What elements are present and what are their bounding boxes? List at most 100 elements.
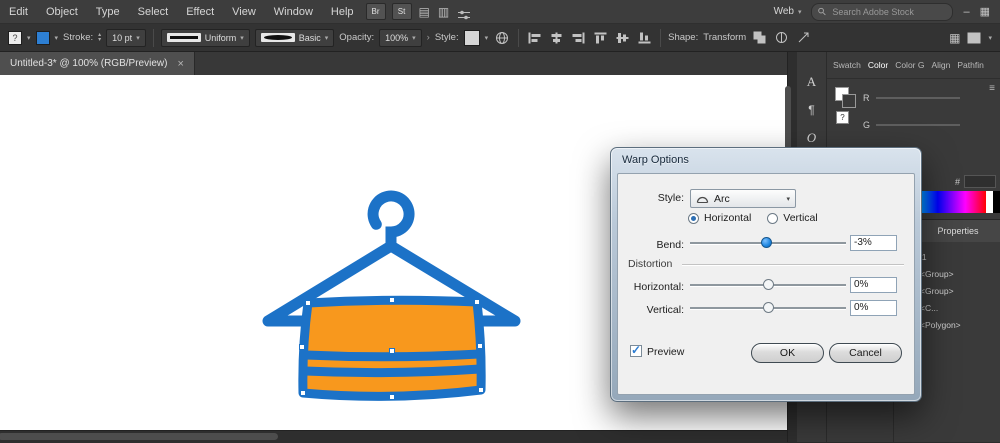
chevron-down-icon[interactable]: ▾ — [27, 34, 31, 42]
menu-object[interactable]: Object — [37, 0, 87, 24]
stroke-swatch[interactable] — [842, 94, 856, 108]
hex-row: # — [955, 175, 996, 188]
horizontal-distortion-slider[interactable] — [690, 278, 846, 292]
menu-type[interactable]: Type — [87, 0, 129, 24]
vertical-value-field[interactable]: 0% — [850, 300, 897, 316]
radio-vertical[interactable]: Vertical — [767, 212, 817, 224]
close-icon[interactable]: × — [177, 58, 183, 70]
radio-horizontal[interactable]: Horizontal — [688, 212, 751, 224]
radio-vertical-label: Vertical — [783, 212, 817, 224]
tab-properties[interactable]: Properties — [916, 220, 1000, 242]
bend-slider[interactable] — [690, 236, 846, 250]
menu-window[interactable]: Window — [265, 0, 322, 24]
stock-search[interactable] — [811, 3, 953, 21]
unknown-color-swatch[interactable]: ? — [836, 111, 849, 124]
isolate-selection-icon[interactable] — [753, 31, 766, 44]
radio-vertical-dot[interactable] — [767, 213, 778, 224]
menu-effect[interactable]: Effect — [177, 0, 223, 24]
align-vertical-bottom-icon[interactable] — [638, 32, 651, 44]
chevron-down-icon[interactable]: ▾ — [412, 34, 416, 42]
tab-align[interactable]: Align — [931, 60, 950, 70]
layer-name: <Polygon> — [920, 320, 961, 330]
warp-style-dropdown[interactable]: Arc ▾ — [690, 189, 796, 208]
column-view-icon[interactable]: ▥ — [438, 0, 449, 24]
preview-checkbox[interactable] — [630, 345, 642, 357]
opacity-field[interactable]: 100% ▾ — [379, 29, 422, 47]
step-down-icon[interactable]: ▾ — [98, 38, 101, 43]
tab-color-guide[interactable]: Color G — [895, 60, 924, 70]
chevron-down-icon[interactable]: ▾ — [136, 34, 140, 42]
recolor-artwork-icon[interactable] — [775, 31, 788, 44]
document-tab[interactable]: Untitled-3* @ 100% (RGB/Preview) × — [0, 52, 195, 75]
panel-menu-icon[interactable]: ≡ — [989, 83, 995, 94]
graphic-style-well[interactable] — [464, 30, 480, 46]
stroke-color-well[interactable] — [36, 31, 50, 45]
search-input[interactable] — [830, 6, 946, 18]
chevron-down-icon[interactable]: ▾ — [55, 34, 59, 42]
workspace-switcher[interactable]: Web ▾ — [774, 6, 802, 17]
horizontal-scrollbar-thumb[interactable] — [0, 433, 278, 440]
warp-options-dialog[interactable]: Warp Options Style: Arc ▾ Horizontal Ver… — [610, 147, 922, 402]
brush-dropdown[interactable]: Basic ▾ — [255, 29, 335, 47]
tab-swatches[interactable]: Swatch — [833, 60, 861, 70]
dialog-title[interactable]: Warp Options — [611, 148, 921, 172]
stroke-weight-stepper[interactable]: ▴ ▾ — [98, 33, 101, 43]
horizontal-value-field[interactable]: 0% — [850, 277, 897, 293]
transform-link[interactable]: Transform — [703, 32, 746, 43]
layer-name: <Group> — [920, 286, 954, 296]
chevron-down-icon[interactable]: ▾ — [325, 34, 329, 42]
vertical-distortion-slider[interactable] — [690, 301, 846, 315]
ok-button[interactable]: OK — [751, 343, 824, 363]
horizontal-slider-thumb[interactable] — [763, 279, 774, 290]
opacity-label[interactable]: Opacity: — [339, 32, 374, 43]
horizontal-distortion-label: Horizontal: — [618, 281, 684, 293]
opentype-panel-icon[interactable]: O — [807, 130, 816, 146]
cancel-button[interactable]: Cancel — [829, 343, 902, 363]
align-horizontal-center-icon[interactable] — [550, 32, 563, 44]
stroke-weight-value: 10 pt — [112, 33, 132, 43]
red-channel-slider[interactable] — [876, 97, 960, 99]
tab-pathfinder[interactable]: Pathfin — [957, 60, 983, 70]
hex-field[interactable] — [964, 175, 996, 188]
bridge-icon[interactable]: Br — [366, 3, 386, 20]
dock-layout-icon[interactable] — [967, 32, 981, 44]
vertical-slider-thumb[interactable] — [763, 302, 774, 313]
green-channel-row[interactable]: G — [863, 120, 960, 130]
app-settings-icon[interactable] — [457, 9, 471, 21]
align-horizontal-left-icon[interactable] — [528, 32, 541, 44]
red-channel-row[interactable]: R — [863, 93, 960, 103]
align-vertical-center-icon[interactable] — [616, 32, 629, 44]
menu-view[interactable]: View — [223, 0, 265, 24]
style-label[interactable]: Style: — [435, 32, 459, 43]
paragraph-panel-icon[interactable]: ¶ — [808, 103, 814, 117]
horizontal-scrollbar[interactable] — [0, 430, 787, 443]
align-vertical-top-icon[interactable] — [594, 32, 607, 44]
white-swatch[interactable] — [986, 191, 993, 213]
green-channel-slider[interactable] — [876, 124, 960, 126]
tab-color[interactable]: Color — [868, 60, 888, 70]
document-setup-globe-icon[interactable] — [495, 31, 509, 45]
width-profile-dropdown[interactable]: Uniform ▾ — [161, 29, 250, 47]
stroke-weight-field[interactable]: 10 pt ▾ — [106, 29, 146, 47]
menu-select[interactable]: Select — [129, 0, 178, 24]
stock-icon[interactable]: St — [392, 3, 412, 20]
menu-help[interactable]: Help — [322, 0, 363, 24]
radio-horizontal-dot[interactable] — [688, 213, 699, 224]
align-horizontal-right-icon[interactable] — [572, 32, 585, 44]
stroke-label[interactable]: Stroke: — [63, 32, 93, 43]
minimize-icon[interactable]: – — [963, 6, 969, 18]
black-swatch[interactable] — [993, 191, 1000, 213]
bend-value-field[interactable]: -3% — [850, 235, 897, 251]
bend-slider-thumb[interactable] — [761, 237, 772, 248]
chevron-down-icon[interactable]: ▾ — [240, 34, 244, 42]
chevron-right-icon: › — [427, 32, 430, 43]
fill-color-well[interactable]: ? — [8, 31, 22, 45]
menu-edit[interactable]: Edit — [0, 0, 37, 24]
chevron-down-icon[interactable]: ▾ — [988, 34, 992, 42]
arrange-windows-icon[interactable]: ▦ — [980, 5, 990, 18]
arrange-documents-icon[interactable]: ▦ — [949, 31, 960, 45]
grid-view-icon[interactable]: ▤ — [419, 0, 430, 24]
character-panel-icon[interactable]: A — [807, 74, 816, 90]
shape-options-icon[interactable] — [797, 31, 810, 44]
chevron-down-icon[interactable]: ▾ — [485, 34, 489, 42]
